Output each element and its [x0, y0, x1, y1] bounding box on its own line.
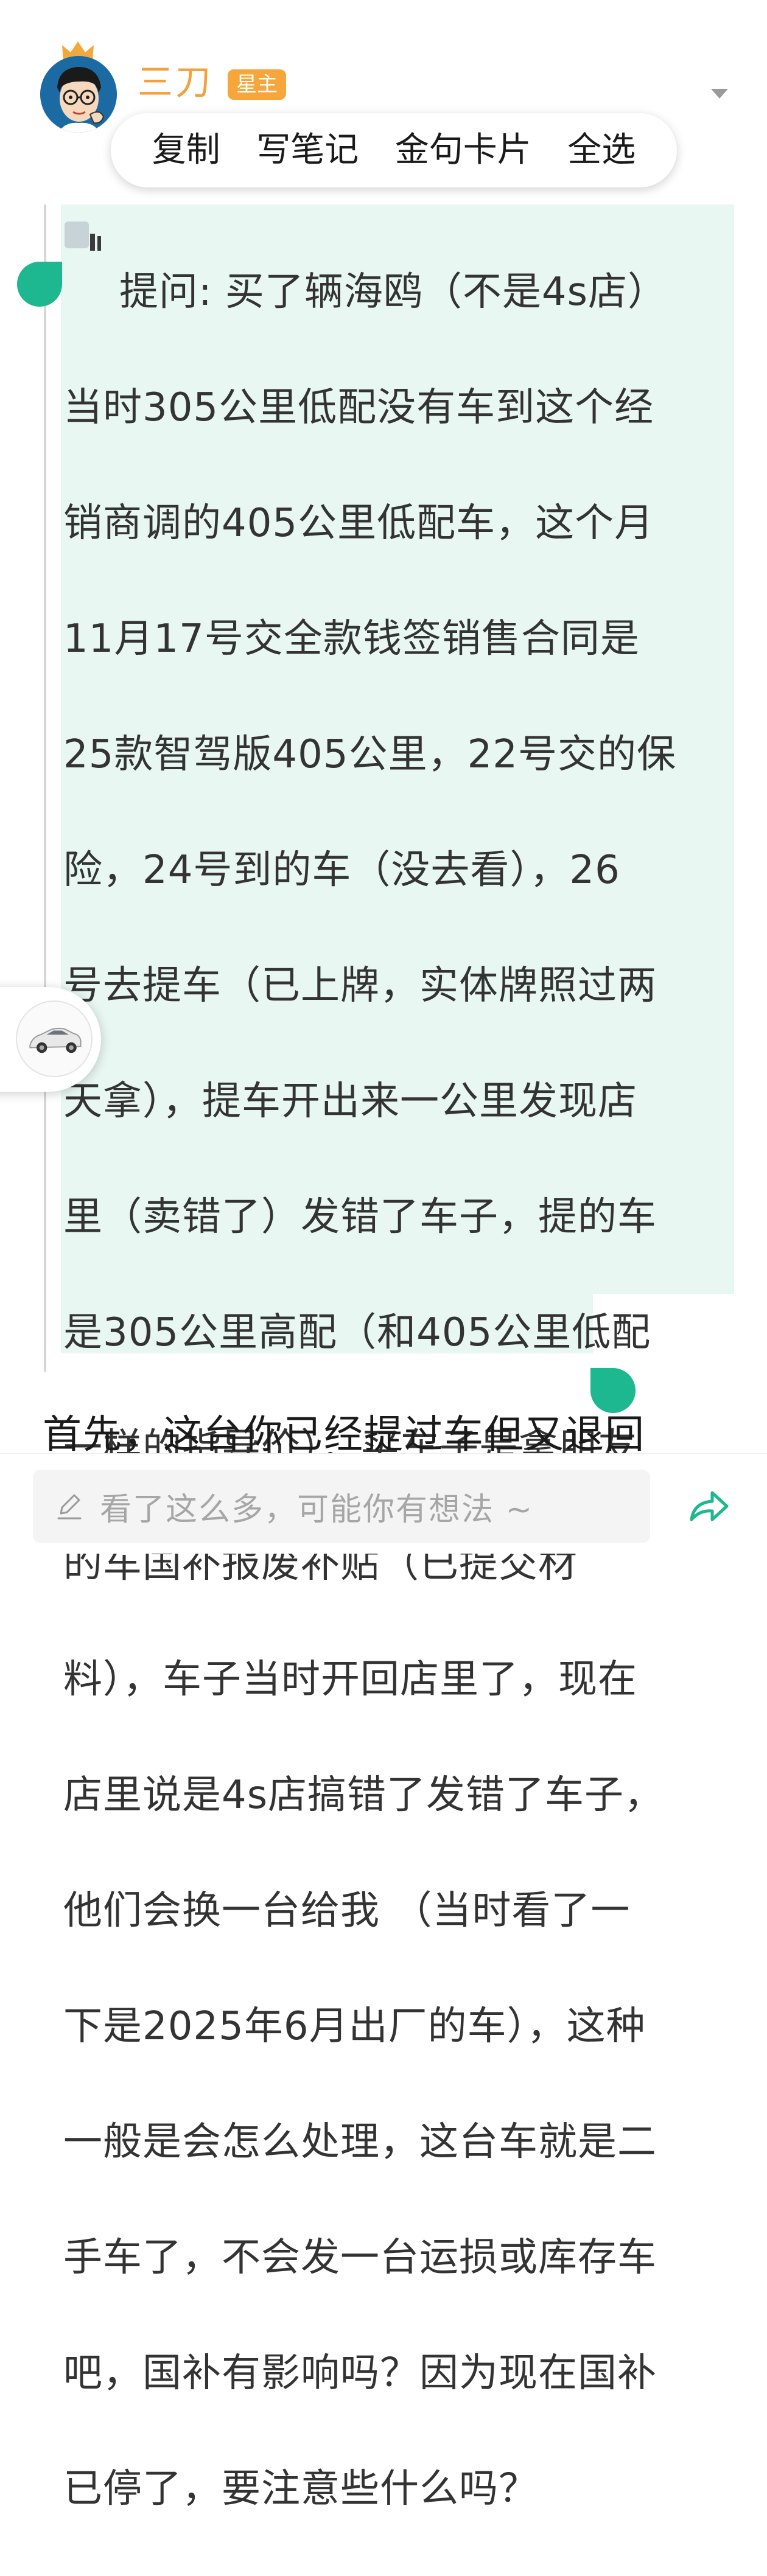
share-icon[interactable] [688, 1488, 730, 1524]
question-line: 下是2025年6月出厂的车），这种 [63, 2004, 646, 2049]
author-name[interactable]: 三刀 [138, 61, 213, 103]
menu-select-all[interactable]: 全选 [567, 129, 636, 172]
question-line: 一般是会怎么处理，这台车就是二 [63, 2120, 657, 2165]
question-line: 已停了，要注意些什么吗？ [63, 2466, 538, 2511]
avatar [40, 56, 117, 133]
bottom-bar: 看了这么多，可能你有想法 ~ [0, 1453, 767, 1554]
pencil-icon [57, 1494, 82, 1520]
role-badge: 星主 [228, 69, 286, 100]
question-line: 销商调的405公里低配车，这个月 [63, 501, 654, 546]
car-icon [29, 1027, 82, 1053]
menu-write-note[interactable]: 写笔记 [256, 129, 359, 172]
question-line: 是305公里高配（和405公里低配 [63, 1310, 651, 1355]
question-line: 料），车子当时开回店里了，现在 [63, 1657, 637, 1702]
answer-text[interactable]: 首先，这台你已经提过车但又退回 [43, 1411, 737, 1459]
question-line: 他们会换一台给我 （当时看了一 [63, 1888, 631, 1933]
question-line: 11月17号交全款钱签销售合同是 [63, 616, 640, 661]
menu-copy[interactable]: 复制 [152, 129, 220, 172]
floating-car-button[interactable] [0, 987, 101, 1092]
quote-bar [44, 204, 46, 1372]
selection-context-menu: 复制 写笔记 金句卡片 全选 [111, 113, 677, 187]
comment-input[interactable]: 看了这么多，可能你有想法 ~ [33, 1470, 650, 1543]
question-line: 25款智驾版405公里，22号交的保 [63, 732, 677, 777]
question-line: 提问: 买了辆海鸥（不是4s店） [119, 270, 667, 315]
collapse-arrow-icon[interactable] [711, 89, 728, 99]
question-line: 号去提车（已上牌，实体牌照过两 [63, 963, 657, 1008]
question-line: 店里说是4s店搞错了发错了车子， [63, 1773, 664, 1818]
menu-quote-card[interactable]: 金句卡片 [395, 129, 531, 172]
selection-end-handle[interactable] [590, 1368, 636, 1413]
question-line: 吧，国补有影响吗？因为现在国补 [63, 2351, 657, 2396]
question-line: 里（卖错了）发错了车子，提的车 [63, 1195, 657, 1240]
question-line: 手车了，不会发一台运损或库存车 [63, 2235, 657, 2280]
question-line: 天拿），提车开出来一公里发现店 [63, 1079, 637, 1124]
question-line: 险，24号到的车（没去看），26 [63, 848, 620, 893]
selection-start-handle[interactable] [17, 262, 62, 307]
author-avatar[interactable] [40, 56, 117, 133]
question-line: 当时305公里低配没有车到这个经 [63, 385, 654, 430]
comment-placeholder: 看了这么多，可能你有想法 ~ [100, 1491, 534, 1528]
